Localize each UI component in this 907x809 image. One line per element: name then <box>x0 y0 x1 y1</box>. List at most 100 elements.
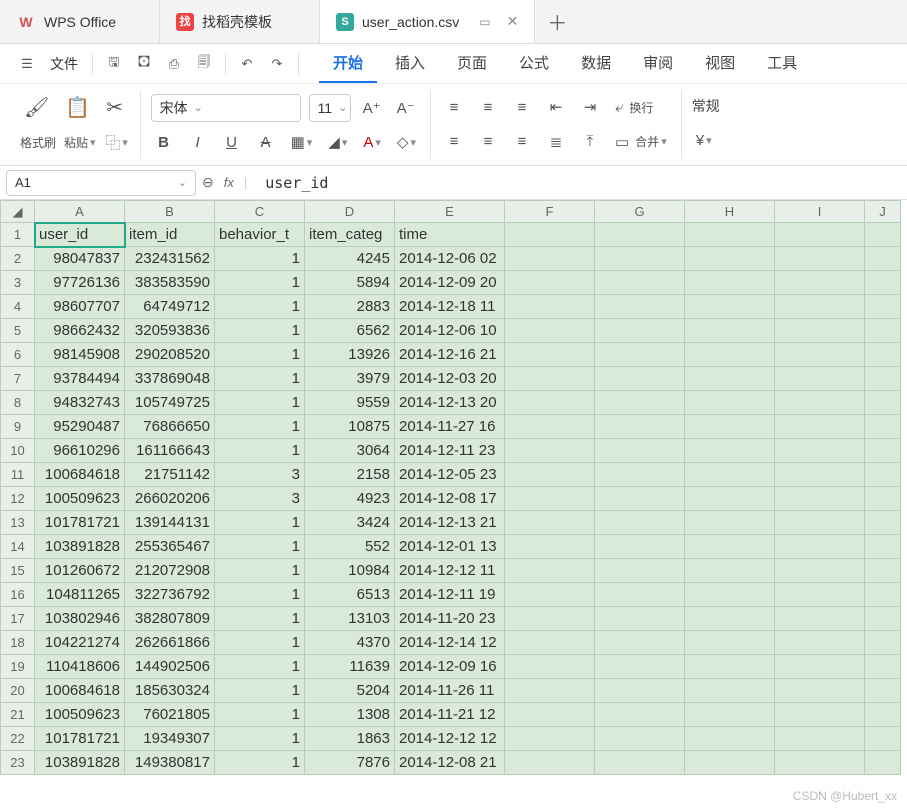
cell[interactable]: 21751142 <box>125 463 215 487</box>
cell[interactable] <box>685 631 775 655</box>
cell[interactable] <box>595 535 685 559</box>
cell[interactable]: 2014-12-03 20 <box>395 367 505 391</box>
cell[interactable]: 104811265 <box>35 583 125 607</box>
fx-icon[interactable]: fx <box>224 175 234 190</box>
col-header[interactable]: F <box>505 201 595 223</box>
font-color-button[interactable]: A▾ <box>359 129 385 155</box>
cell[interactable]: 1 <box>215 607 305 631</box>
cell[interactable] <box>685 511 775 535</box>
cell[interactable]: 11639 <box>305 655 395 679</box>
underline-button[interactable]: U <box>219 129 245 155</box>
cell[interactable] <box>775 631 865 655</box>
cell[interactable]: 2014-12-12 11 <box>395 559 505 583</box>
cell[interactable] <box>865 391 901 415</box>
cell[interactable] <box>685 271 775 295</box>
cell[interactable] <box>865 535 901 559</box>
cell[interactable]: 6513 <box>305 583 395 607</box>
cell[interactable]: 1 <box>215 415 305 439</box>
cell[interactable] <box>775 343 865 367</box>
cell[interactable]: 105749725 <box>125 391 215 415</box>
cell[interactable] <box>775 247 865 271</box>
cell[interactable] <box>865 703 901 727</box>
cell[interactable] <box>595 343 685 367</box>
cell[interactable] <box>685 655 775 679</box>
cell[interactable]: 290208520 <box>125 343 215 367</box>
cell[interactable]: 94832743 <box>35 391 125 415</box>
cell[interactable] <box>505 535 595 559</box>
tab-view[interactable]: 视图 <box>691 44 749 83</box>
cell[interactable]: 98662432 <box>35 319 125 343</box>
cell[interactable]: 7876 <box>305 751 395 775</box>
cell[interactable] <box>595 583 685 607</box>
cell[interactable]: 2014-12-09 20 <box>395 271 505 295</box>
cell[interactable] <box>685 727 775 751</box>
row-header[interactable]: 13 <box>1 511 35 535</box>
cell[interactable] <box>865 727 901 751</box>
cell[interactable] <box>595 751 685 775</box>
cell[interactable]: 1 <box>215 511 305 535</box>
cell[interactable] <box>505 367 595 391</box>
cell[interactable] <box>685 367 775 391</box>
col-header[interactable]: G <box>595 201 685 223</box>
cell[interactable]: 383583590 <box>125 271 215 295</box>
justify-icon[interactable]: ≣ <box>543 129 569 155</box>
cell[interactable]: 2014-11-21 12 <box>395 703 505 727</box>
cell[interactable]: 1 <box>215 559 305 583</box>
cell[interactable] <box>505 295 595 319</box>
row-header[interactable]: 20 <box>1 679 35 703</box>
cell[interactable]: behavior_t <box>215 223 305 247</box>
font-size-select[interactable]: 11⌄ <box>309 94 351 122</box>
cell[interactable] <box>775 415 865 439</box>
merge-button[interactable]: ▭合并▾ <box>611 129 671 155</box>
row-header[interactable]: 7 <box>1 367 35 391</box>
align-right-icon[interactable]: ≡ <box>509 129 535 155</box>
cell[interactable] <box>505 751 595 775</box>
cell[interactable]: 3424 <box>305 511 395 535</box>
row-header[interactable]: 15 <box>1 559 35 583</box>
col-header[interactable]: I <box>775 201 865 223</box>
cell[interactable] <box>685 679 775 703</box>
cell[interactable] <box>865 343 901 367</box>
spreadsheet-area[interactable]: ◢ A B C D E F G H I J 1 user_id item_id … <box>0 200 907 809</box>
cell[interactable] <box>505 583 595 607</box>
cell[interactable]: 1 <box>215 295 305 319</box>
select-all-corner[interactable]: ◢ <box>1 201 35 223</box>
tab-insert[interactable]: 插入 <box>381 44 439 83</box>
cell[interactable]: 3064 <box>305 439 395 463</box>
cell[interactable]: 100509623 <box>35 703 125 727</box>
cell[interactable]: 101781721 <box>35 511 125 535</box>
tab-start[interactable]: 开始 <box>319 44 377 83</box>
cell[interactable]: 1 <box>215 631 305 655</box>
cell[interactable]: 3 <box>215 487 305 511</box>
cell[interactable] <box>775 319 865 343</box>
cell[interactable]: 98145908 <box>35 343 125 367</box>
cell[interactable]: time <box>395 223 505 247</box>
cell[interactable] <box>685 295 775 319</box>
cell[interactable] <box>505 463 595 487</box>
cell[interactable] <box>595 391 685 415</box>
cell[interactable]: 2014-11-27 16 <box>395 415 505 439</box>
cell[interactable]: 103891828 <box>35 751 125 775</box>
cell[interactable] <box>595 439 685 463</box>
cell[interactable]: 1 <box>215 535 305 559</box>
cell[interactable]: 1 <box>215 439 305 463</box>
cell[interactable]: 2014-12-09 16 <box>395 655 505 679</box>
cell[interactable] <box>775 727 865 751</box>
cell[interactable] <box>775 655 865 679</box>
cell[interactable] <box>595 415 685 439</box>
cell[interactable] <box>775 367 865 391</box>
window-icon[interactable]: ▭ <box>479 15 490 29</box>
cell[interactable]: 4245 <box>305 247 395 271</box>
cell[interactable] <box>865 271 901 295</box>
cell[interactable] <box>685 559 775 583</box>
row-header[interactable]: 18 <box>1 631 35 655</box>
cell[interactable]: 2014-12-14 12 <box>395 631 505 655</box>
cell[interactable]: 382807809 <box>125 607 215 631</box>
row-header[interactable]: 22 <box>1 727 35 751</box>
cell[interactable]: 100684618 <box>35 463 125 487</box>
cell[interactable]: 2014-12-16 21 <box>395 343 505 367</box>
cell[interactable] <box>685 703 775 727</box>
save-icon[interactable]: 🖫 <box>101 51 127 77</box>
align-left-icon[interactable]: ≡ <box>441 129 467 155</box>
decrease-font-icon[interactable]: A⁻ <box>393 95 419 121</box>
